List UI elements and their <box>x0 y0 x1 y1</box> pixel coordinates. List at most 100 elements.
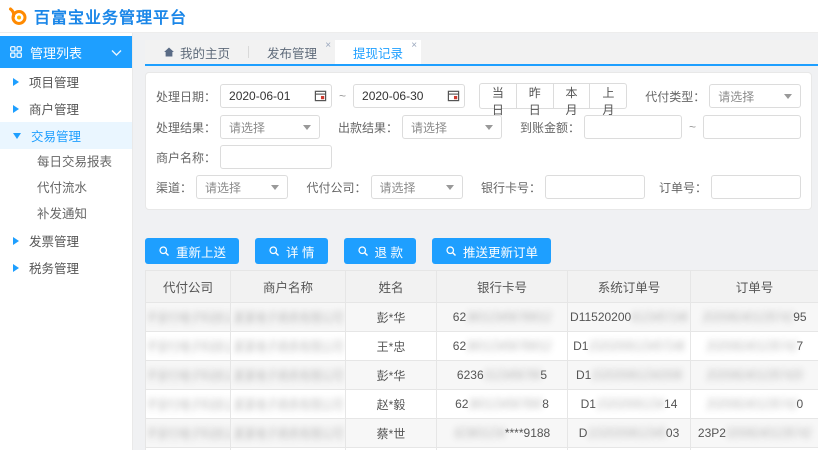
refund-button[interactable]: 退 款 <box>344 238 416 264</box>
tab-发布管理[interactable]: 发布管理× <box>249 40 335 64</box>
redacted-text: 15202006123457246 <box>588 338 686 354</box>
redacted-text: 623601234 <box>453 425 505 441</box>
cell-text: 王*忠 <box>377 340 406 354</box>
date-separator: ~ <box>339 89 346 103</box>
sidebar-item-label: 发票管理 <box>29 231 79 250</box>
quick-range-button-昨日[interactable]: 昨日 <box>516 83 554 109</box>
sidebar-subitem-每日交易报表[interactable]: 每日交易报表 <box>0 149 132 175</box>
tab-提现记录[interactable]: 提现记录× <box>335 40 421 64</box>
table-row[interactable]: 平安付电子科技公司某某电子商务有限公司蔡*世623601234****9188D… <box>146 419 818 448</box>
push-update-order-button[interactable]: 推送更新订单 <box>432 238 551 264</box>
records-table-wrap: 代付公司商户名称姓名银行卡号系统订单号订单号 平安付电子科技公司某某电子商务有限… <box>145 270 818 450</box>
table-row[interactable]: 平安付电子科技公司某某电子商务有限公司彭*华623601234567895D11… <box>146 361 818 390</box>
sidebar-item-商户管理[interactable]: 商户管理 <box>0 95 132 122</box>
merchant-name-input[interactable] <box>220 145 332 169</box>
redacted-text: 020062401235742 <box>725 425 811 441</box>
sidebar-item-交易管理[interactable]: 交易管理 <box>0 122 132 149</box>
cell-text: 彭*华 <box>377 369 406 383</box>
table-header-cell: 系统订单号 <box>568 271 691 303</box>
table-header-cell: 姓名 <box>346 271 437 303</box>
redacted-text: 平安付电子科技公司 <box>146 394 231 414</box>
button-label: 重新上送 <box>176 242 226 261</box>
date-from-input[interactable] <box>220 84 332 108</box>
filter-panel: 处理日期： ~ <box>145 72 812 210</box>
redacted-text: 某某电子商务有限公司 <box>232 336 343 356</box>
sidebar-item-发票管理[interactable]: 发票管理 <box>0 227 132 254</box>
amount-from-input[interactable] <box>584 115 682 139</box>
redacted-text: 1520200612342006 <box>591 367 683 383</box>
table-row[interactable]: 平安付电子科技公司某某电子商务有限公司彭*华62360123456789012D… <box>146 303 818 332</box>
search-icon <box>357 245 369 257</box>
sidebar-item-label: 补发通知 <box>37 207 87 221</box>
tab-我的主页[interactable]: 我的主页 <box>145 40 248 64</box>
pay-company-select[interactable]: 请选择 <box>371 175 463 199</box>
tab-label: 我的主页 <box>180 43 230 62</box>
resend-button[interactable]: 重新上送 <box>145 238 239 264</box>
sidebar-item-项目管理[interactable]: 项目管理 <box>0 68 132 95</box>
redacted-text: 某某电子商务有限公司 <box>232 307 343 327</box>
arrival-amount-label: 到账金额： <box>520 119 580 136</box>
close-icon[interactable]: × <box>325 41 331 51</box>
filter-row-1: 处理日期： ~ <box>156 83 801 109</box>
redacted-text: 2020062401235742 <box>705 338 797 354</box>
cell-text: D1 <box>581 397 596 411</box>
table-cell: 彭*华 <box>346 361 437 390</box>
home-icon <box>163 46 175 58</box>
redacted-text: 360123456789012 <box>466 338 552 354</box>
table-cell: 某某电子商务有限公司 <box>231 332 346 361</box>
table-cell: 赵*毅 <box>346 390 437 419</box>
table-cell: 202006240123574295 <box>691 303 818 332</box>
cell-text: D11520200 <box>570 310 631 324</box>
cell-text: 5 <box>540 368 547 382</box>
redacted-text: 平安付电子科技公司 <box>146 336 231 356</box>
sidebar-item-税务管理[interactable]: 税务管理 <box>0 254 132 281</box>
select-arrow-icon <box>446 185 454 190</box>
order-no-label: 订单号： <box>659 179 707 196</box>
channel-label: 渠道： <box>156 179 192 196</box>
bank-card-input[interactable] <box>545 175 645 199</box>
pay-type-select[interactable]: 请选择 <box>709 84 801 108</box>
chevron-down-icon[interactable] <box>111 45 122 60</box>
redacted-text: 152020061234 <box>595 396 664 412</box>
process-date-label: 处理日期： <box>156 88 216 105</box>
button-label: 退 款 <box>375 242 403 261</box>
table-row[interactable]: 平安付电子科技公司某某电子商务有限公司王*忠62360123456789012D… <box>146 332 818 361</box>
button-label: 推送更新订单 <box>463 242 538 261</box>
sidebar-subitem-补发通知[interactable]: 补发通知 <box>0 201 132 227</box>
date-to-input[interactable] <box>353 84 465 108</box>
channel-select[interactable]: 请选择 <box>196 175 288 199</box>
sidebar-subitem-代付流水[interactable]: 代付流水 <box>0 175 132 201</box>
search-icon <box>445 245 457 257</box>
sidebar-item-label: 商户管理 <box>29 99 79 118</box>
payout-result-select[interactable]: 请选择 <box>402 115 502 139</box>
sidebar-item-label: 代付流水 <box>37 181 87 195</box>
process-result-select[interactable]: 请选择 <box>220 115 320 139</box>
table-cell: 某某电子商务有限公司 <box>231 390 346 419</box>
amount-separator: ~ <box>689 120 696 134</box>
table-row[interactable]: 平安付电子科技公司某某电子商务有限公司赵*毅6236012345678908D1… <box>146 390 818 419</box>
table-cell: 20200624012357420 <box>691 390 818 419</box>
pay-type-label: 代付类型： <box>645 88 705 105</box>
table-cell: 平安付电子科技公司 <box>146 332 231 361</box>
quick-range-button-当日[interactable]: 当日 <box>479 83 517 109</box>
order-no-input[interactable] <box>711 175 801 199</box>
quick-range-button-本月[interactable]: 本月 <box>553 83 591 109</box>
cell-text: 蔡*世 <box>377 427 406 441</box>
table-cell: 某某电子商务有限公司 <box>231 361 346 390</box>
sidebar-header[interactable]: 管理列表 <box>0 36 132 68</box>
table-cell: 平安付电子科技公司 <box>146 390 231 419</box>
caret-right-icon <box>13 237 19 245</box>
redacted-text: 0123456789 <box>483 367 541 383</box>
table-cell: 62360123456789012 <box>437 303 568 332</box>
table-cell: 某某电子商务有限公司 <box>231 419 346 448</box>
cell-text: 0 <box>797 397 804 411</box>
close-icon[interactable]: × <box>411 41 417 51</box>
table-cell: D115202006123457246 <box>568 303 691 332</box>
sidebar: 管理列表 项目管理商户管理交易管理每日交易报表代付流水补发通知发票管理税务管理 <box>0 33 133 450</box>
cell-text: 6236 <box>457 368 484 382</box>
table-cell: 平安付电子科技公司 <box>146 361 231 390</box>
amount-to-input[interactable] <box>703 115 801 139</box>
detail-button[interactable]: 详 情 <box>255 238 327 264</box>
merchant-name-label: 商户名称： <box>156 149 216 166</box>
quick-range-button-上月[interactable]: 上月 <box>589 83 627 109</box>
